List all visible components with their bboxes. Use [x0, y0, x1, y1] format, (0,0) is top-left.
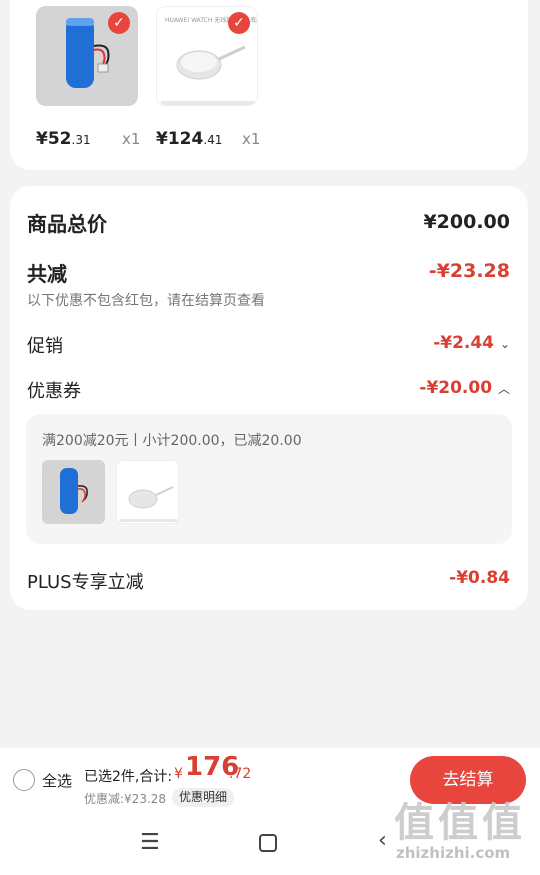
charger-check-icon[interactable]: ✓ — [228, 12, 250, 34]
discount-value: -¥23.28 — [428, 260, 510, 282]
plus-value: -¥0.84 — [449, 568, 510, 588]
charger-qty: x1 — [242, 130, 261, 148]
select-all-label[interactable]: 全选 — [42, 770, 72, 791]
products-card: ✓ HUAWEI WATCH 无线超级快充底座 ✓ ¥52.31 x1 ¥124… — [10, 0, 528, 170]
total-price-label: 商品总价 — [27, 212, 107, 236]
back-icon[interactable]: ‹ — [378, 828, 387, 853]
coupon-detail-text: 满200减20元丨小计200.00，已减20.00 — [42, 433, 302, 449]
menu-icon[interactable]: ☰ — [140, 830, 160, 855]
promo-label: 促销 — [27, 336, 63, 357]
coupon-label: 优惠券 — [27, 381, 81, 402]
battery-qty: x1 — [122, 130, 141, 148]
watermark-url: zhizhizhi.com — [396, 844, 511, 862]
summary-card: 商品总价 ¥200.00 共减 -¥23.28 以下优惠不包含红包，请在结算页查… — [10, 186, 528, 610]
charger-price-dec: .41 — [203, 133, 223, 147]
watermark-logo: 值值值 — [394, 800, 526, 846]
selected-count-text: 已选2件,合计: — [84, 769, 173, 785]
total-currency: ¥ — [174, 766, 183, 782]
battery-price-dec: .31 — [71, 133, 91, 147]
select-all-radio[interactable] — [13, 769, 35, 791]
battery-price-int: ¥52 — [36, 129, 72, 149]
discount-note: 以下优惠不包含红包，请在结算页查看 — [27, 293, 265, 309]
coupon-row-right[interactable]: -¥20.00 ︿ — [419, 378, 510, 398]
coupon-charger-thumb — [116, 460, 179, 524]
total-amount-dec: .72 — [229, 766, 252, 782]
chevron-up-icon: ︿ — [497, 382, 510, 396]
battery-price: ¥52.31 — [36, 129, 91, 149]
coupon-battery-thumb — [42, 460, 105, 524]
discount-label: 共减 — [27, 262, 67, 286]
battery-check-icon[interactable]: ✓ — [108, 12, 130, 34]
coupon-value: -¥20.00 — [419, 378, 493, 398]
charger-price: ¥124.41 — [156, 129, 222, 149]
charger-price-int: ¥124 — [156, 129, 204, 149]
promo-row-right[interactable]: -¥2.44 ⌄ — [433, 333, 510, 353]
home-icon[interactable] — [259, 834, 277, 852]
plus-label: PLUS专享立减 — [27, 572, 144, 593]
discount-summary: 优惠减:¥23.28 — [84, 792, 167, 806]
total-price-value: ¥200.00 — [423, 211, 510, 233]
promo-value: -¥2.44 — [433, 333, 495, 353]
coupon-detail-box: 满200减20元丨小计200.00，已减20.00 — [26, 414, 512, 544]
discount-detail-button[interactable]: 优惠明细 — [172, 788, 235, 807]
chevron-down-icon: ⌄ — [499, 337, 510, 351]
site-watermark: 值值值 zhizhizhi.com — [394, 790, 534, 870]
